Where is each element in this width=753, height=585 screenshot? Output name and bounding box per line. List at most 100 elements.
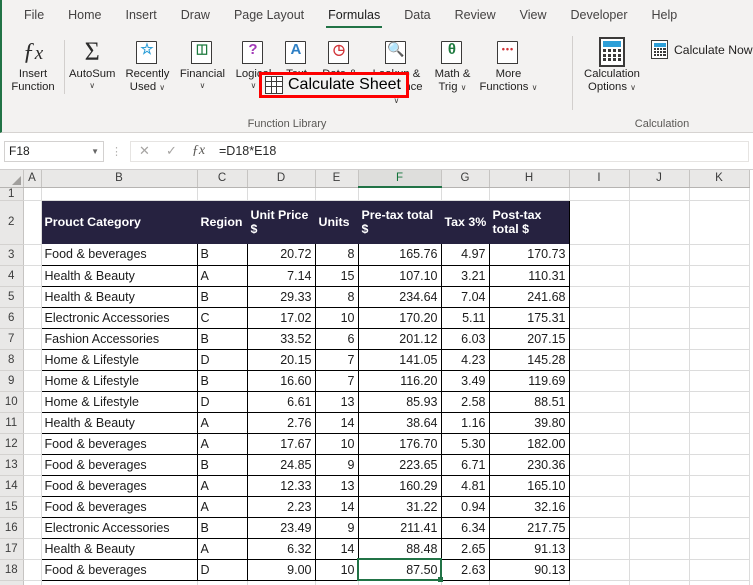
row-header-12[interactable]: 12 (0, 433, 24, 455)
autosum-button[interactable]: Σ AutoSum ∨ (65, 34, 119, 91)
cell-j2[interactable] (629, 200, 690, 245)
cell-a12[interactable] (23, 433, 42, 455)
cell-b1[interactable] (41, 187, 198, 201)
cell-i16[interactable] (569, 517, 630, 539)
chevron-down-icon[interactable]: ∨ (200, 81, 206, 90)
cell-F6[interactable]: 170.20 (358, 307, 442, 329)
cell-k8[interactable] (689, 349, 750, 371)
financial-button[interactable]: ◫ Financial ∨ (175, 34, 229, 90)
cell-i19[interactable] (569, 580, 630, 585)
cell-k19[interactable] (689, 580, 750, 585)
select-all-corner[interactable] (0, 170, 24, 188)
cell-B18[interactable]: Food & beverages (40, 559, 198, 581)
cell-E10[interactable]: 13 (315, 391, 359, 413)
cell-H14[interactable]: 165.10 (489, 475, 570, 497)
row-header-7[interactable]: 7 (0, 328, 24, 350)
tab-help[interactable]: Help (640, 0, 690, 30)
recently-used-button[interactable]: ☆ Recently Used ∨ (119, 34, 175, 94)
tab-insert[interactable]: Insert (114, 0, 169, 30)
cell-a16[interactable] (23, 517, 42, 539)
cell-F4[interactable]: 107.10 (358, 265, 442, 287)
cell-j16[interactable] (629, 517, 690, 539)
insert-function-icon[interactable]: ƒx (185, 143, 212, 159)
cell-C7[interactable]: B (197, 328, 248, 350)
cell-k3[interactable] (689, 244, 750, 266)
cell-C3[interactable]: B (197, 244, 248, 266)
cell-a13[interactable] (23, 454, 42, 476)
cell-j5[interactable] (629, 286, 690, 308)
row-header-13[interactable]: 13 (0, 454, 24, 476)
row-header-5[interactable]: 5 (0, 286, 24, 308)
cell-b19[interactable] (41, 580, 198, 585)
column-header-b[interactable]: B (41, 170, 198, 188)
cell-G12[interactable]: 5.30 (441, 433, 490, 455)
cell-a8[interactable] (23, 349, 42, 371)
cell-D12[interactable]: 17.67 (247, 433, 316, 455)
chevron-down-icon[interactable]: ∨ (630, 83, 636, 92)
cell-j11[interactable] (629, 412, 690, 434)
cell-D8[interactable]: 20.15 (247, 349, 316, 371)
cell-B3[interactable]: Food & beverages (40, 244, 198, 266)
row-header-8[interactable]: 8 (0, 349, 24, 371)
cell-B5[interactable]: Health & Beauty (40, 286, 198, 308)
cell-H13[interactable]: 230.36 (489, 454, 570, 476)
cell-a9[interactable] (23, 370, 42, 392)
cell-C5[interactable]: B (197, 286, 248, 308)
cell-j19[interactable] (629, 580, 690, 585)
cell-i2[interactable] (569, 200, 630, 245)
chevron-down-icon[interactable]: ∨ (461, 83, 467, 92)
row-header-17[interactable]: 17 (0, 538, 24, 560)
cell-j18[interactable] (629, 559, 690, 581)
row-header-2[interactable]: 2 (0, 200, 24, 245)
cell-c1[interactable] (197, 187, 248, 201)
cell-F12[interactable]: 176.70 (358, 433, 442, 455)
cell-C6[interactable]: C (197, 307, 248, 329)
cell-C16[interactable]: B (197, 517, 248, 539)
cell-C17[interactable]: A (197, 538, 248, 560)
cell-k10[interactable] (689, 391, 750, 413)
cell-j4[interactable] (629, 265, 690, 287)
column-header-e[interactable]: E (315, 170, 359, 188)
cell-h19[interactable] (489, 580, 570, 585)
chevron-down-icon[interactable]: ∨ (159, 83, 165, 92)
cell-f19[interactable] (358, 580, 442, 585)
cell-D10[interactable]: 6.61 (247, 391, 316, 413)
tab-page-layout[interactable]: Page Layout (222, 0, 316, 30)
row-header-6[interactable]: 6 (0, 307, 24, 329)
column-header-f[interactable]: F (358, 170, 442, 188)
cell-D6[interactable]: 17.02 (247, 307, 316, 329)
cell-D11[interactable]: 2.76 (247, 412, 316, 434)
cell-F9[interactable]: 116.20 (358, 370, 442, 392)
cell-E16[interactable]: 9 (315, 517, 359, 539)
cell-E7[interactable]: 6 (315, 328, 359, 350)
cell-F8[interactable]: 141.05 (358, 349, 442, 371)
cell-E6[interactable]: 10 (315, 307, 359, 329)
tab-file[interactable]: File (12, 0, 56, 30)
cell-i11[interactable] (569, 412, 630, 434)
cell-G14[interactable]: 4.81 (441, 475, 490, 497)
cell-i12[interactable] (569, 433, 630, 455)
cell-k12[interactable] (689, 433, 750, 455)
chevron-down-icon[interactable]: ∨ (251, 81, 257, 90)
cell-k7[interactable] (689, 328, 750, 350)
cell-G8[interactable]: 4.23 (441, 349, 490, 371)
cell-E14[interactable]: 13 (315, 475, 359, 497)
insert-function-button[interactable]: ƒx Insert Function (2, 34, 64, 94)
row-header-15[interactable]: 15 (0, 496, 24, 518)
cell-H15[interactable]: 32.16 (489, 496, 570, 518)
cell-k4[interactable] (689, 265, 750, 287)
tab-review[interactable]: Review (443, 0, 508, 30)
cell-i9[interactable] (569, 370, 630, 392)
tab-draw[interactable]: Draw (169, 0, 222, 30)
cell-G3[interactable]: 4.97 (441, 244, 490, 266)
cell-g1[interactable] (441, 187, 490, 201)
cell-j12[interactable] (629, 433, 690, 455)
cell-E13[interactable]: 9 (315, 454, 359, 476)
cell-E18[interactable]: 10 (315, 559, 359, 581)
cell-F15[interactable]: 31.22 (358, 496, 442, 518)
tab-view[interactable]: View (508, 0, 559, 30)
cell-F13[interactable]: 223.65 (358, 454, 442, 476)
cell-G5[interactable]: 7.04 (441, 286, 490, 308)
cell-k11[interactable] (689, 412, 750, 434)
cell-j6[interactable] (629, 307, 690, 329)
